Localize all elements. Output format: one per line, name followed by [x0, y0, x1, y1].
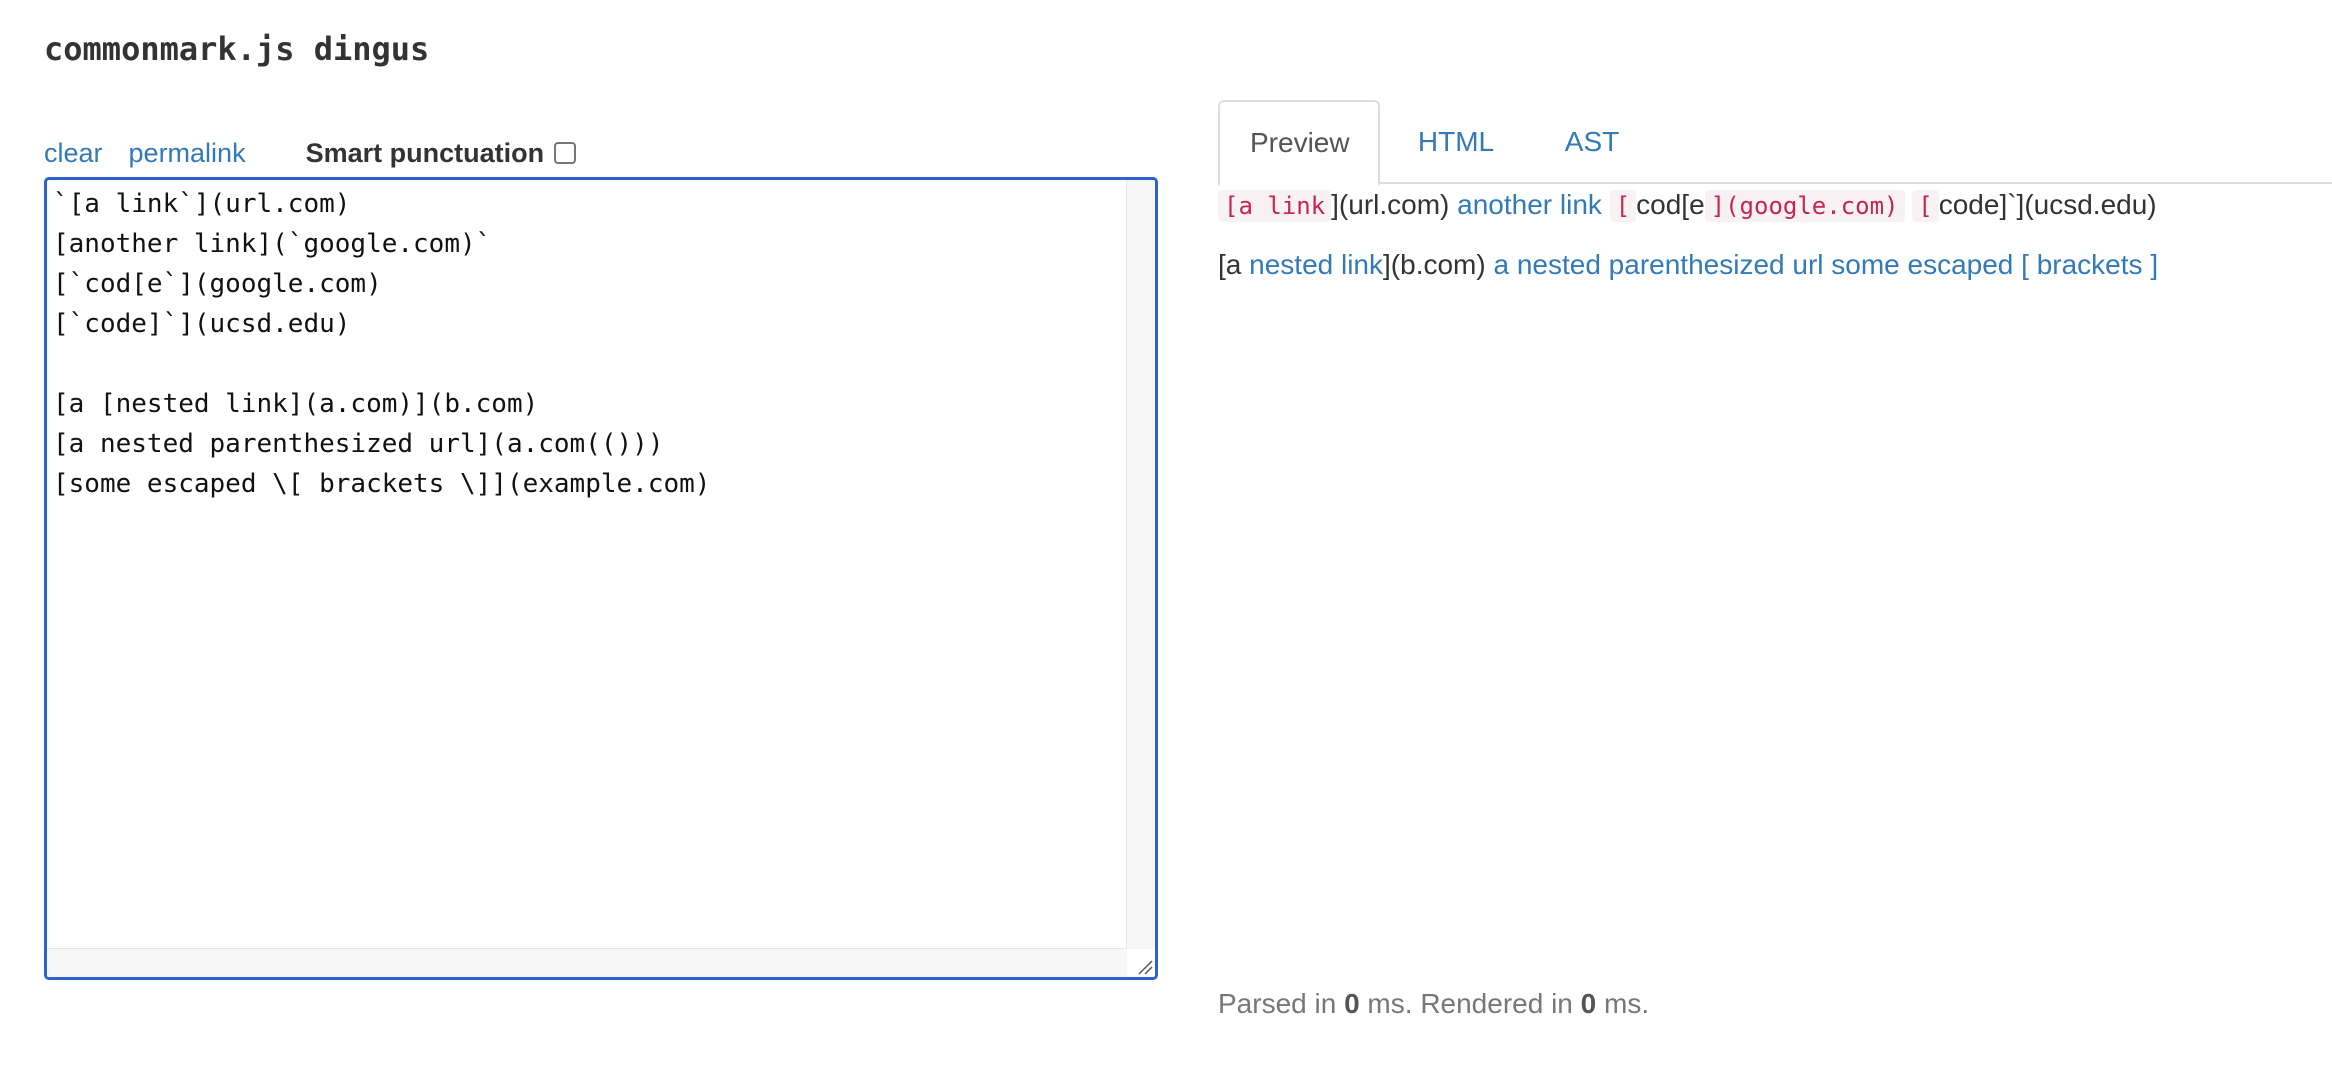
timing-info: Parsed in 0 ms. Rendered in 0 ms. — [1218, 988, 1649, 1020]
inline-code: [ — [1912, 190, 1939, 222]
clear-link[interactable]: clear — [44, 138, 103, 169]
editor-controls: clear permalink Smart punctuation — [44, 133, 577, 173]
preview-text: ](url.com) — [1331, 189, 1458, 220]
preview-link[interactable]: a nested parenthesized url — [1493, 249, 1823, 280]
tab-ast[interactable]: AST — [1530, 100, 1654, 184]
editor-horizontal-scrollbar[interactable] — [47, 948, 1127, 977]
rendered-label: ms. Rendered in — [1359, 988, 1581, 1019]
inline-code: [a link — [1218, 190, 1332, 222]
smart-punctuation-option[interactable]: Smart punctuation — [306, 138, 577, 169]
preview-text: ](b.com) — [1383, 249, 1494, 280]
smart-punctuation-checkbox[interactable] — [554, 142, 577, 164]
preview-link[interactable]: another link — [1457, 189, 1602, 220]
preview-paragraph-1: [a link](url.com) another link [cod[e](g… — [1218, 185, 2157, 226]
preview-link[interactable]: some escaped [ brackets ] — [1831, 249, 2158, 280]
preview-link[interactable]: nested link — [1249, 249, 1383, 280]
resize-grip-icon[interactable] — [1135, 957, 1153, 975]
dingus-page: commonmark.js dingus clear permalink Sma… — [0, 0, 2332, 1088]
output-tabs: Preview HTML AST — [1218, 100, 2332, 186]
preview-text: cod[e — [1636, 189, 1705, 220]
markdown-editor[interactable]: `[a link`](url.com) [another link](`goog… — [44, 177, 1158, 980]
smart-punctuation-label: Smart punctuation — [305, 137, 545, 168]
tab-html[interactable]: HTML — [1386, 100, 1526, 184]
inline-code: ](google.com) — [1704, 190, 1905, 222]
preview-text: [a — [1218, 249, 1250, 280]
permalink-link[interactable]: permalink — [129, 138, 246, 169]
tab-preview[interactable]: Preview — [1218, 100, 1380, 186]
editor-vertical-scrollbar[interactable] — [1126, 180, 1155, 949]
preview-text — [1602, 189, 1610, 220]
inline-code: [ — [1609, 190, 1637, 222]
parsed-label: Parsed in — [1218, 988, 1345, 1019]
preview-text: code]`](ucsd.edu) — [1938, 189, 2157, 220]
timing-suffix: ms. — [1596, 988, 1650, 1019]
page-title: commonmark.js dingus — [44, 30, 430, 68]
rendered-ms: 0 — [1580, 988, 1597, 1019]
preview-paragraph-2: [a nested link](b.com) a nested parenthe… — [1218, 245, 2158, 285]
parsed-ms: 0 — [1344, 988, 1360, 1019]
markdown-source[interactable]: `[a link`](url.com) [another link](`goog… — [53, 184, 1121, 504]
